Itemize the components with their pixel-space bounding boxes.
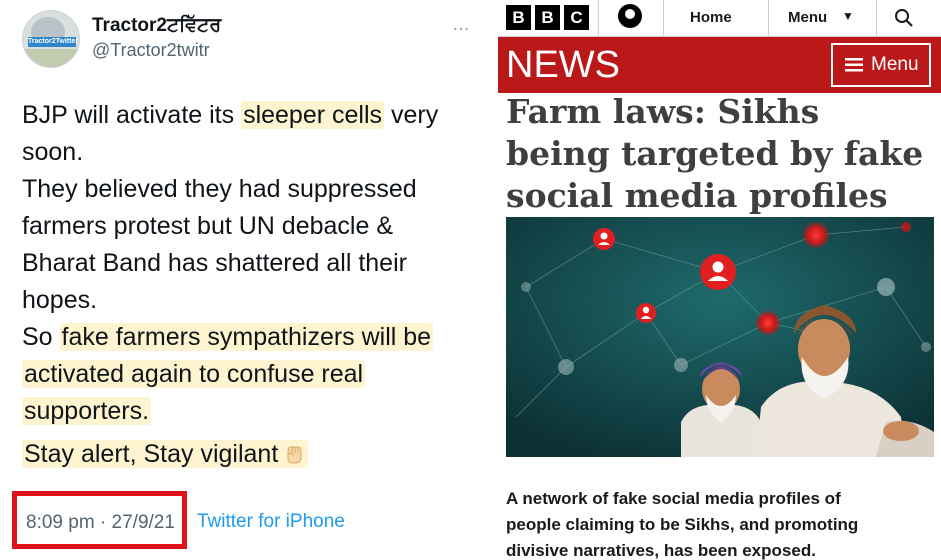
account-icon[interactable] (618, 4, 642, 28)
highlighted-phrase: supporters. (22, 397, 152, 425)
profile-node-main (700, 254, 736, 290)
more-options-icon[interactable]: … (452, 14, 471, 35)
tweet-text: BJP will activate its sleeper cells very… (22, 97, 482, 473)
display-name[interactable]: Tractor2ਟਵਿੱਟਰ (92, 15, 221, 37)
topbar-separator (663, 0, 664, 37)
news-header-bar: NEWS Menu (498, 37, 941, 93)
network-illustration[interactable] (506, 217, 934, 457)
top-menu-button[interactable]: Menu (788, 9, 827, 26)
tweet-timestamp[interactable]: 8:09 pm · 27/9/21 (26, 512, 175, 534)
tweet-panel: Tractor2Twitter Tractor2ਟਵਿੱਟਰ @Tractor2… (0, 0, 490, 560)
avatar-ground (23, 49, 79, 67)
tweet-source-link[interactable]: Twitter for iPhone (197, 511, 345, 533)
search-icon[interactable] (892, 6, 916, 30)
tweet-text-segment: very (384, 101, 439, 129)
summary-line: people claiming to be Sikhs, and promoti… (506, 515, 859, 534)
bbc-panel: B B C Home Menu ▼ NEWS Menu Farm laws: S… (498, 0, 941, 560)
headline-line: being targeted by fake (506, 134, 924, 173)
chevron-down-icon[interactable]: ▼ (842, 9, 854, 23)
panel-divider (490, 0, 498, 560)
tweet-line: activated again to confuse real (22, 356, 482, 393)
tweet-line: hopes. (22, 286, 98, 314)
bbc-logo-letter[interactable]: C (564, 5, 589, 30)
highlighted-phrase: sleeper cells (241, 101, 385, 129)
home-link[interactable]: Home (690, 9, 732, 26)
summary-line: A network of fake social media profiles … (506, 489, 841, 508)
bbc-logo-letter[interactable]: B (506, 5, 531, 30)
topbar-separator (768, 0, 769, 37)
hamburger-icon (845, 58, 863, 72)
topbar-separator (876, 0, 877, 37)
avatar[interactable]: Tractor2Twitter (22, 10, 80, 68)
summary-line: divisive narratives, has been exposed. (506, 541, 816, 560)
highlight-annotation-box: 8:09 pm · 27/9/21 (12, 491, 187, 549)
tweet-text-segment: So (22, 323, 60, 351)
profile-node-small (593, 228, 615, 250)
news-menu-button[interactable]: Menu (831, 43, 931, 87)
tweet-line: supporters. (22, 393, 482, 430)
article-headline[interactable]: Farm laws: Sikhs being targeted by fake … (506, 91, 936, 217)
avatar-plate-text: Tractor2Twitter (28, 37, 79, 47)
tweet-line: So fake farmers sympathizers will be (22, 319, 482, 356)
tweet-line: soon. (22, 138, 84, 166)
tweet-line: farmers protest but UN debacle & (22, 212, 393, 240)
headline-line: Farm laws: Sikhs (506, 92, 820, 131)
user-handle[interactable]: @Tractor2twitr (92, 40, 210, 61)
bbc-topbar: B B C Home Menu ▼ (498, 0, 941, 37)
news-logo[interactable]: NEWS (506, 44, 620, 87)
tweet-line: Stay alert, Stay vigilant (22, 436, 482, 473)
tweet-text-segment: Stay alert, Stay vigilant (24, 440, 279, 468)
highlighted-phrase: activated again to confuse real (22, 360, 366, 388)
news-menu-label: Menu (871, 54, 919, 75)
tweet-line: Bharat Band has shattered all their (22, 249, 407, 277)
tweet-line: They believed they had suppressed (22, 175, 417, 203)
headline-line: social media profiles (506, 176, 888, 215)
raised-fist-icon (287, 446, 302, 464)
bbc-logo-letter[interactable]: B (535, 5, 560, 30)
tweet-text-segment: BJP will activate its (22, 101, 242, 129)
profile-node-small (636, 303, 656, 323)
article-summary: A network of fake social media profiles … (506, 486, 936, 560)
tweet-line: BJP will activate its sleeper cells very (22, 97, 482, 134)
highlighted-phrase: fake farmers sympathizers will be (59, 323, 434, 351)
highlighted-phrase: Stay alert, Stay vigilant (22, 440, 309, 468)
topbar-separator (598, 0, 599, 37)
